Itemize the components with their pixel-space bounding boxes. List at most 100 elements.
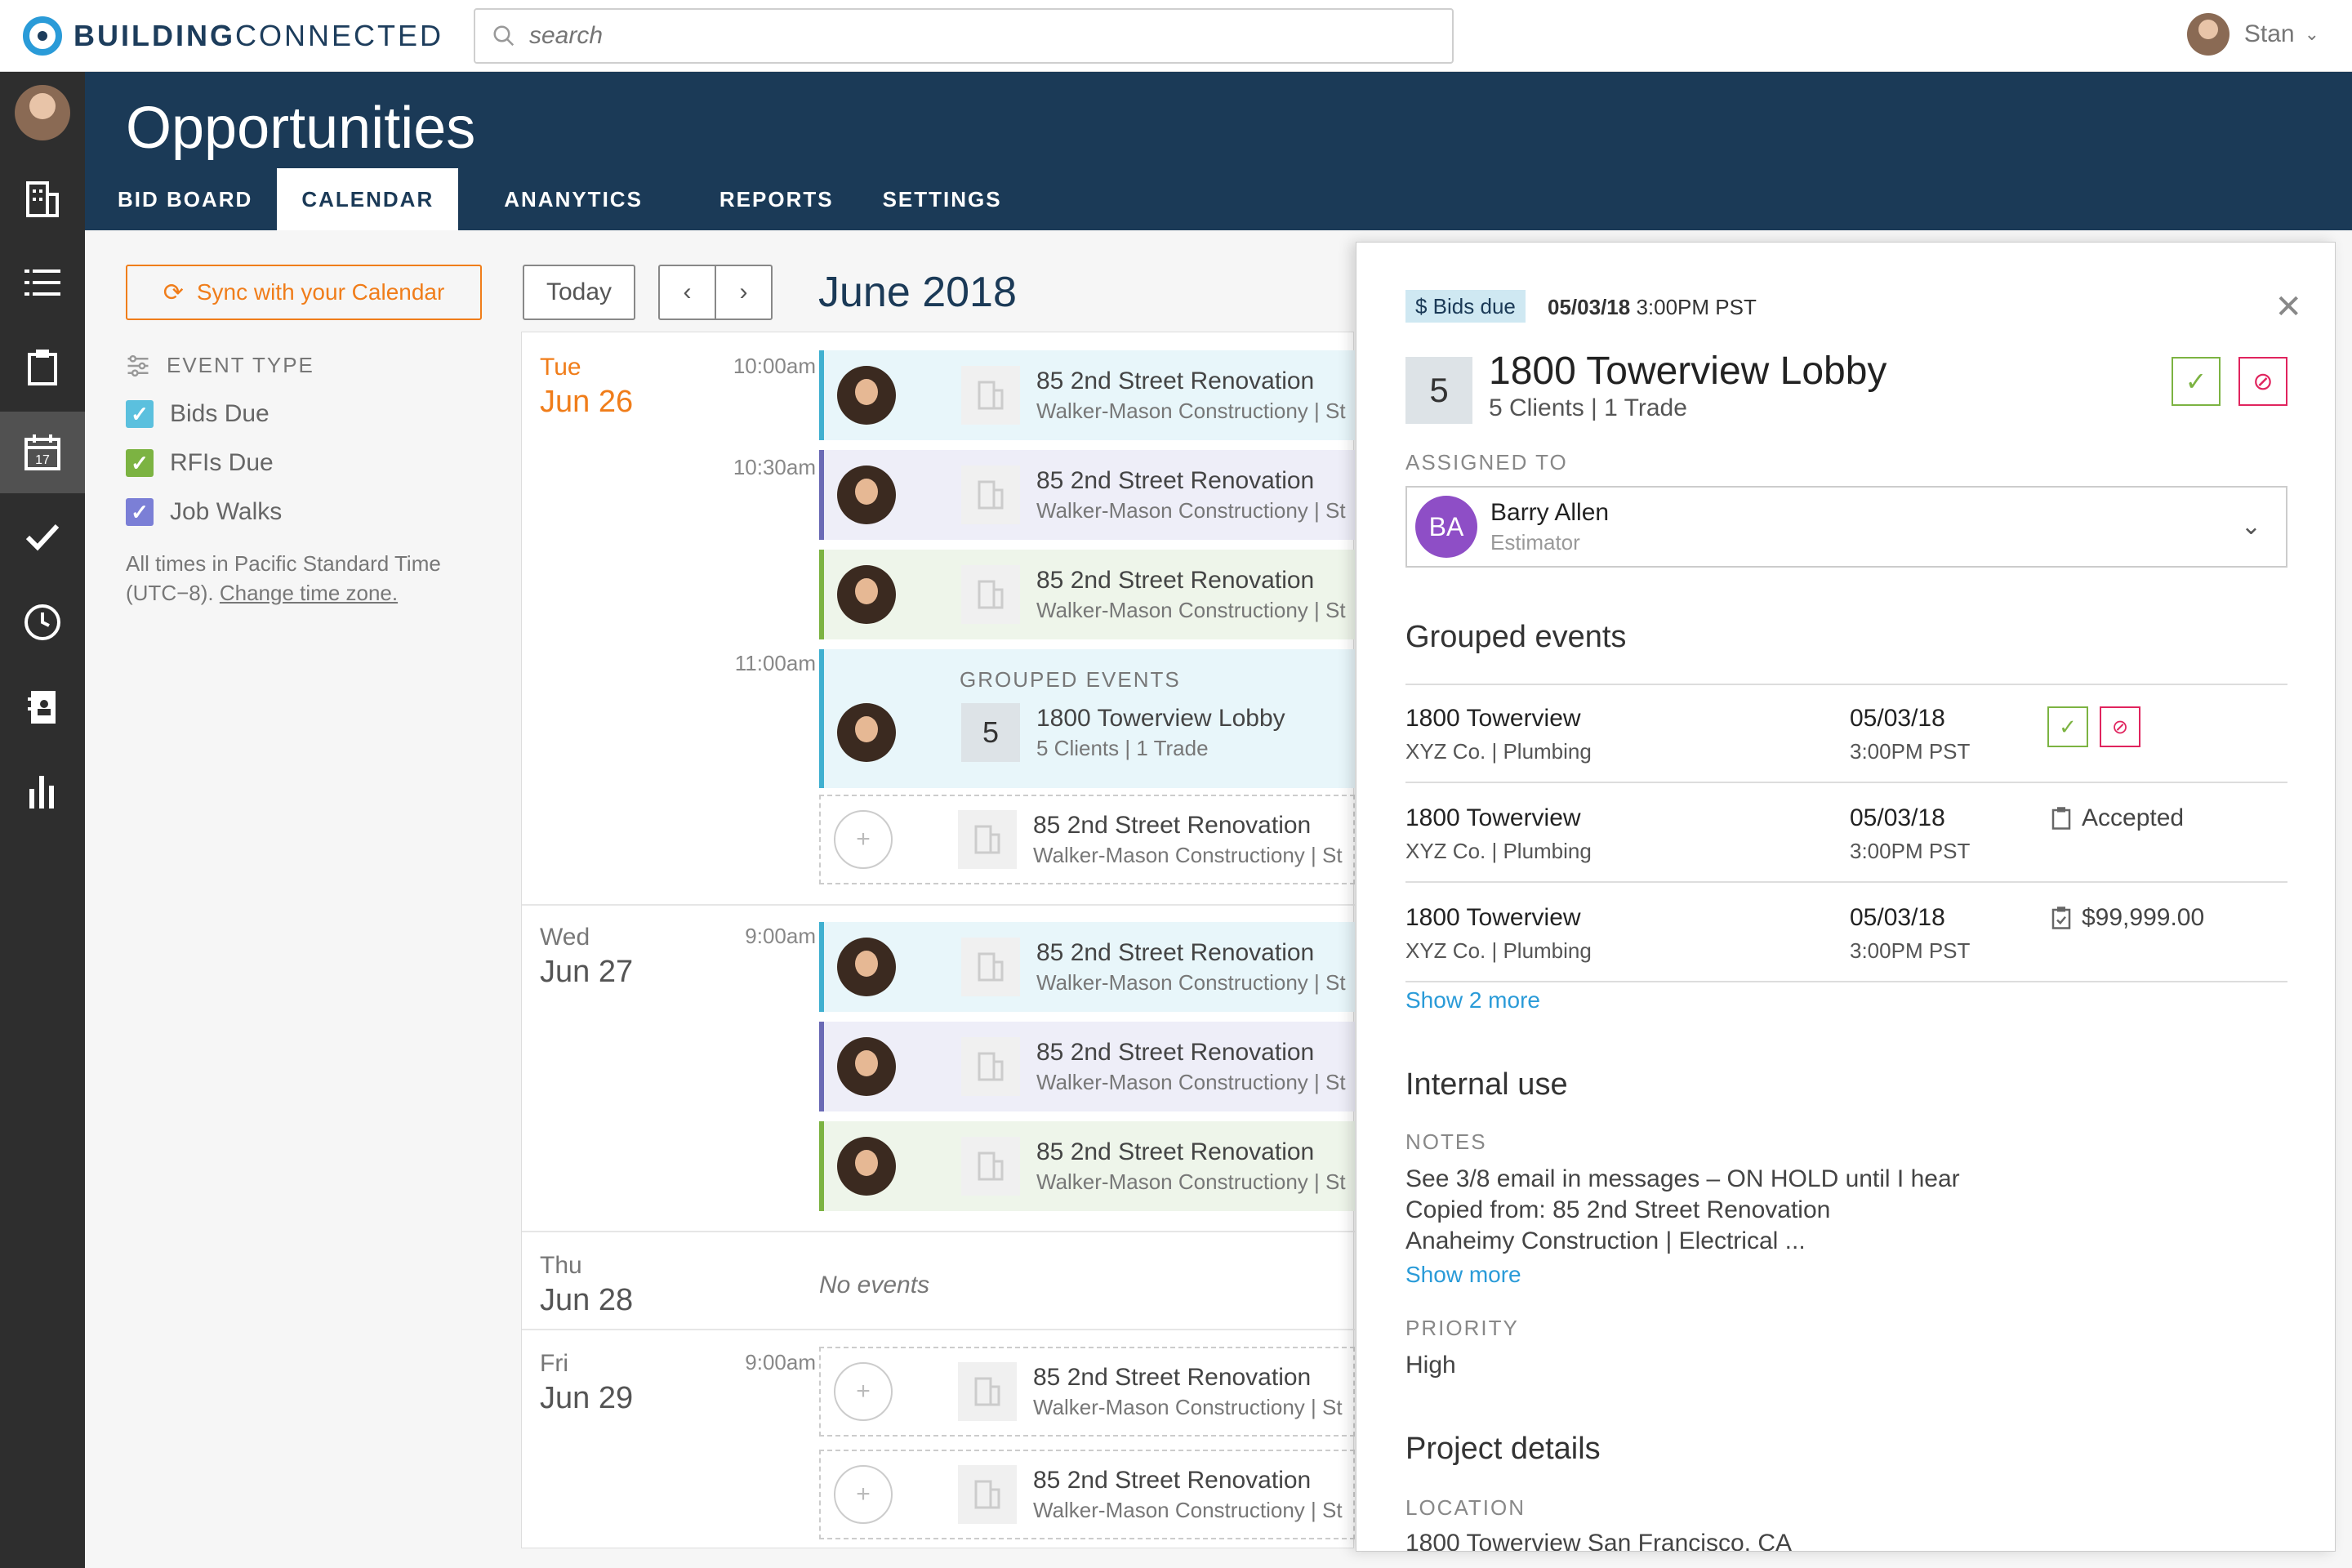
filter-bids-due[interactable]: ✓ Bids Due xyxy=(126,400,270,428)
today-button[interactable]: Today xyxy=(523,265,635,320)
building-icon xyxy=(961,565,1020,624)
sidebar-item-companies[interactable] xyxy=(0,158,85,240)
chevron-left-icon: ‹ xyxy=(683,278,692,305)
grouped-events-heading: Grouped events xyxy=(1405,620,1627,654)
event-time: 9:00am xyxy=(745,1350,816,1374)
assignee-role: Estimator xyxy=(1490,529,1580,555)
day-date: Jun 28 xyxy=(540,1283,634,1317)
sync-calendar-button[interactable]: ⟳ Sync with your Calendar xyxy=(126,265,482,320)
ban-icon: ⊘ xyxy=(2252,368,2274,395)
event-card[interactable]: 85 2nd Street Renovation Walker-Mason Con… xyxy=(819,922,1355,1012)
event-subtitle: Walker-Mason Constructiony | St xyxy=(1036,1069,1346,1094)
event-card-unassigned[interactable]: + 85 2nd Street Renovation Walker-Mason C… xyxy=(819,1450,1355,1539)
add-person-icon[interactable]: + xyxy=(834,1362,893,1421)
event-time: 10:00am xyxy=(733,354,816,378)
notes-line: See 3/8 email in messages – ON HOLD unti… xyxy=(1405,1165,1960,1192)
building-icon xyxy=(961,1137,1020,1196)
building-icon xyxy=(961,938,1020,996)
event-subtitle: Walker-Mason Constructiony | St xyxy=(1036,497,1346,523)
avatar xyxy=(837,938,896,996)
grouped-count: 5 xyxy=(1405,357,1472,424)
calendar-toolbar: Today ‹ › June 2018 xyxy=(523,265,1017,320)
search-icon xyxy=(493,25,514,47)
close-icon[interactable]: ✕ xyxy=(2274,288,2302,326)
event-subtitle: Walker-Mason Constructiony | St xyxy=(1033,842,1343,867)
list-icon xyxy=(24,270,60,296)
filter-job-walks[interactable]: ✓ Job Walks xyxy=(126,498,282,526)
tab-settings[interactable]: SETTINGS xyxy=(858,168,1027,230)
day-row: Wed Jun 27 9:00am 85 2nd Street Renovati… xyxy=(522,906,1355,1232)
event-title: 85 2nd Street Renovation xyxy=(1036,367,1315,394)
change-timezone-link[interactable]: Change time zone. xyxy=(220,581,398,605)
prev-button[interactable]: ‹ xyxy=(658,265,715,320)
user-menu[interactable]: Stan ⌄ xyxy=(2186,13,2319,56)
add-person-icon[interactable]: + xyxy=(834,810,893,869)
priority-value: High xyxy=(1405,1352,1456,1379)
grouped-event-row[interactable]: 1800 Towerview XYZ Co. | Plumbing 05/03/… xyxy=(1405,883,2287,982)
user-name: Stan xyxy=(2243,20,2295,47)
event-title: 85 2nd Street Renovation xyxy=(1033,811,1312,839)
location-value: 1800 Towerview San Francisco, CA xyxy=(1405,1530,1792,1552)
tab-analytics[interactable]: ANANYTICS xyxy=(479,168,667,230)
chevron-down-icon: ⌄ xyxy=(2240,513,2261,540)
event-card-unassigned[interactable]: + 85 2nd Street Renovation Walker-Mason C… xyxy=(819,1347,1355,1437)
building-icon xyxy=(958,810,1017,869)
day-row: Tue Jun 26 10:00am 10:30am 11:00am 85 2n… xyxy=(522,332,1355,906)
sidebar-item-list[interactable] xyxy=(0,242,85,323)
assignee-select[interactable]: BA Barry Allen Estimator ⌄ xyxy=(1405,486,2287,568)
checkbox-checked-icon[interactable]: ✓ xyxy=(126,400,154,428)
clock-icon xyxy=(24,604,60,640)
sidebar: 17 xyxy=(0,72,85,1568)
grouped-count: 5 xyxy=(961,703,1020,762)
event-card[interactable]: 85 2nd Street Renovation Walker-Mason Con… xyxy=(819,450,1355,540)
checkbox-checked-icon[interactable]: ✓ xyxy=(126,498,154,526)
sidebar-item-clipboard[interactable] xyxy=(0,327,85,408)
sidebar-item-tasks[interactable] xyxy=(0,497,85,578)
logo[interactable]: BUILDINGCONNECTED xyxy=(23,16,443,56)
sidebar-item-contacts[interactable] xyxy=(0,666,85,748)
next-button[interactable]: › xyxy=(715,265,773,320)
day-of-week: Tue xyxy=(540,354,581,381)
checkbox-checked-icon[interactable]: ✓ xyxy=(126,449,154,477)
add-person-icon[interactable]: + xyxy=(834,1465,893,1524)
show-more-events-link[interactable]: Show 2 more xyxy=(1405,987,1540,1013)
show-more-notes-link[interactable]: Show more xyxy=(1405,1262,1521,1288)
event-card-unassigned[interactable]: + 85 2nd Street Renovation Walker-Mason C… xyxy=(819,795,1355,884)
event-subtitle: Walker-Mason Constructiony | St xyxy=(1033,1394,1343,1419)
notes-label: NOTES xyxy=(1405,1129,1487,1154)
avatar xyxy=(837,1137,896,1196)
status-accepted: Accepted xyxy=(2051,804,2184,832)
accept-button[interactable]: ✓ xyxy=(2172,357,2221,406)
building-icon xyxy=(958,1362,1017,1421)
grouped-event-row[interactable]: 1800 Towerview XYZ Co. | Plumbing 05/03/… xyxy=(1405,783,2287,883)
check-icon xyxy=(25,523,60,551)
decline-button[interactable]: ⊘ xyxy=(2238,357,2287,406)
search-box[interactable] xyxy=(474,8,1454,64)
event-card[interactable]: 85 2nd Street Renovation Walker-Mason Con… xyxy=(819,1121,1355,1211)
sidebar-item-analytics[interactable] xyxy=(0,751,85,833)
event-card[interactable]: 85 2nd Street Renovation Walker-Mason Con… xyxy=(819,1022,1355,1111)
sidebar-item-calendar[interactable]: 17 xyxy=(0,412,85,493)
event-time: 9:00am xyxy=(745,924,816,948)
filter-rfis-due[interactable]: ✓ RFIs Due xyxy=(126,449,274,477)
tab-reports[interactable]: REPORTS xyxy=(695,168,858,230)
tab-bid-board[interactable]: BID BOARD xyxy=(85,168,277,230)
sidebar-item-history[interactable] xyxy=(0,581,85,663)
avatar xyxy=(837,1037,896,1096)
tab-calendar[interactable]: CALENDAR xyxy=(277,168,459,230)
due-datetime: 05/03/18 3:00PM PST xyxy=(1548,295,1757,319)
accept-button[interactable]: ✓ xyxy=(2047,706,2088,747)
event-card[interactable]: 85 2nd Street Renovation Walker-Mason Con… xyxy=(819,350,1355,440)
grouped-event-row[interactable]: 1800 Towerview XYZ Co. | Plumbing 05/03/… xyxy=(1405,684,2287,783)
event-detail-drawer: $ Bids due 05/03/18 3:00PM PST ✕ 5 1800 … xyxy=(1356,242,2336,1552)
decline-button[interactable]: ⊘ xyxy=(2100,706,2140,747)
event-subtitle: Walker-Mason Constructiony | St xyxy=(1036,969,1346,995)
event-subtitle: Walker-Mason Constructiony | St xyxy=(1036,1169,1346,1194)
notes-line: Copied from: 85 2nd Street Renovation xyxy=(1405,1196,1831,1223)
event-card[interactable]: 85 2nd Street Renovation Walker-Mason Con… xyxy=(819,550,1355,639)
clipboard-icon xyxy=(28,350,57,385)
grouped-event-card[interactable]: GROUPED EVENTS 5 1800 Towerview Lobby 5 C… xyxy=(819,649,1355,788)
search-input[interactable] xyxy=(529,22,1428,50)
drawer-subtitle: 5 Clients | 1 Trade xyxy=(1489,394,1687,421)
sidebar-avatar[interactable] xyxy=(15,85,70,140)
